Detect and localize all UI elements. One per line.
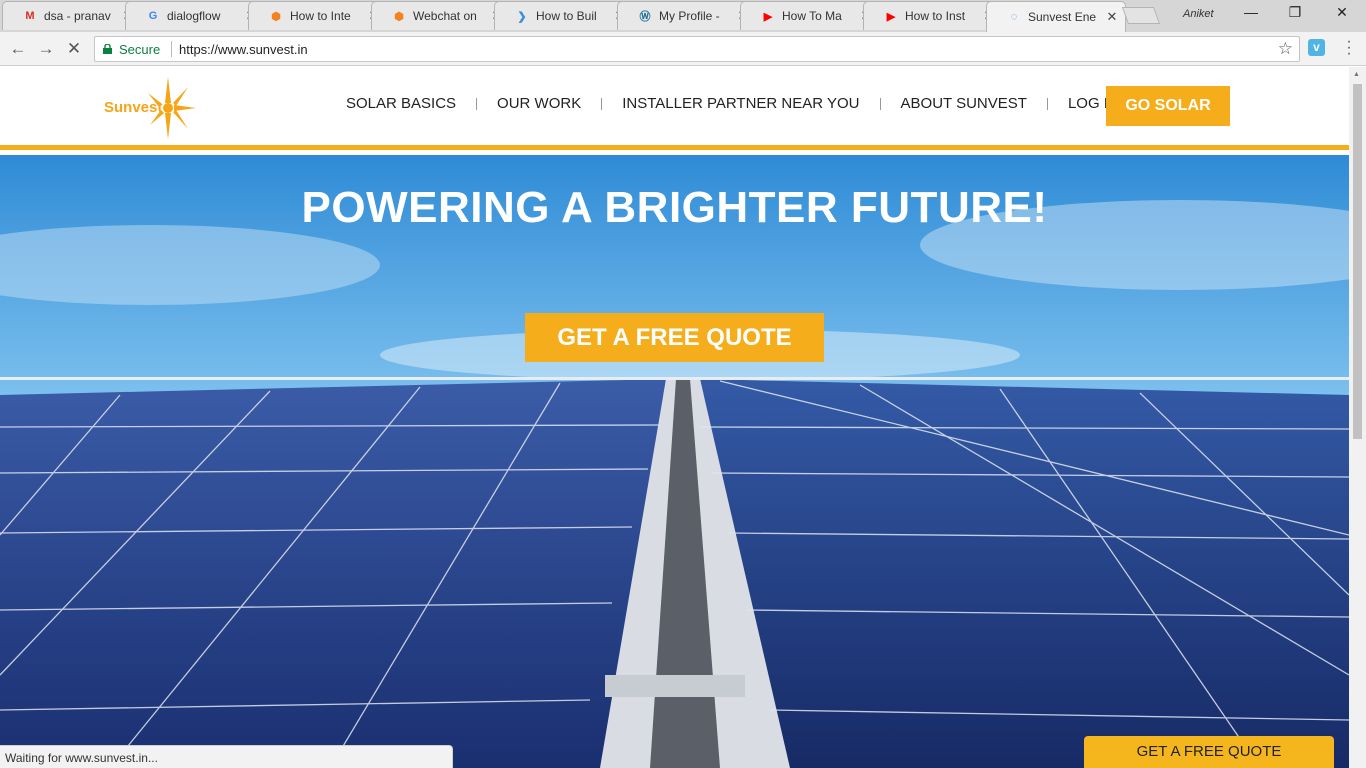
tab-my-profile[interactable]: Ⓦ My Profile - ✕ bbox=[617, 1, 757, 30]
page-scrollbar[interactable]: ▲ bbox=[1349, 67, 1366, 768]
get-quote-button[interactable]: GET A FREE QUOTE bbox=[525, 313, 824, 362]
tab-webchat[interactable]: ⬢ Webchat on ✕ bbox=[371, 1, 511, 30]
stop-loading-icon[interactable]: ✕ bbox=[63, 38, 85, 60]
tab-title: Webchat on bbox=[413, 9, 477, 23]
nav-divider bbox=[476, 97, 478, 110]
youtube-icon: ▶ bbox=[763, 10, 773, 23]
window-close-icon[interactable]: ✕ bbox=[1327, 4, 1357, 21]
orange-hexagon-icon: ⬢ bbox=[394, 10, 404, 23]
tab-title: How to Inte bbox=[290, 9, 351, 23]
new-tab-button[interactable] bbox=[1121, 7, 1161, 24]
restore-icon[interactable]: ❐ bbox=[1280, 4, 1310, 21]
tab-sunvest[interactable]: ◌ Sunvest Ene ✕ bbox=[986, 1, 1126, 32]
tab-title: How to Buil bbox=[536, 9, 597, 23]
tab-title: dialogflow bbox=[167, 9, 221, 23]
tab-how-to-integrate[interactable]: ⬢ How to Inte ✕ bbox=[248, 1, 388, 30]
loading-icon: ◌ bbox=[1010, 11, 1018, 23]
site-header: Sunvest SOLAR BASICS OUR WORK INSTALLER … bbox=[0, 67, 1349, 150]
wordpress-icon: Ⓦ bbox=[639, 11, 651, 23]
lock-icon bbox=[103, 44, 112, 54]
tab-youtube-2[interactable]: ▶ How to Inst ✕ bbox=[863, 1, 1003, 30]
go-solar-button[interactable]: GO SOLAR bbox=[1106, 86, 1230, 126]
tab-title: dsa - pranav bbox=[44, 9, 111, 23]
main-nav: SOLAR BASICS OUR WORK INSTALLER PARTNER … bbox=[346, 95, 1119, 112]
nav-solar-basics[interactable]: SOLAR BASICS bbox=[346, 95, 456, 112]
tab-title: Sunvest Ene bbox=[1028, 10, 1097, 24]
tab-title: How To Ma bbox=[782, 9, 842, 23]
status-bar: Waiting for www.sunvest.in... bbox=[0, 745, 453, 768]
nav-about-sunvest[interactable]: ABOUT SUNVEST bbox=[901, 95, 1027, 112]
tab-how-to-build[interactable]: ❯ How to Buil ✕ bbox=[494, 1, 634, 30]
tab-youtube-1[interactable]: ▶ How To Ma ✕ bbox=[740, 1, 880, 30]
gmail-icon: M bbox=[25, 10, 35, 22]
forward-icon[interactable]: → bbox=[35, 38, 57, 60]
solar-panel-image bbox=[0, 155, 1349, 768]
sunvest-logo[interactable]: Sunvest bbox=[104, 77, 199, 139]
close-icon[interactable]: ✕ bbox=[1105, 9, 1119, 25]
floating-quote-button[interactable]: GET A FREE QUOTE bbox=[1084, 736, 1334, 768]
hero-title: POWERING A BRIGHTER FUTURE! bbox=[301, 183, 1048, 232]
browser-toolbar: ← → ✕ Secure https://www.sunvest.in ☆ v … bbox=[0, 32, 1366, 66]
vimeo-extension-icon[interactable]: v bbox=[1308, 39, 1325, 56]
tab-title: My Profile - bbox=[659, 9, 720, 23]
omnibox-divider bbox=[171, 41, 172, 57]
chevron-logo-icon: ❯ bbox=[517, 10, 527, 23]
google-icon: G bbox=[148, 10, 158, 22]
minimize-icon[interactable]: — bbox=[1236, 4, 1266, 20]
chrome-menu-icon[interactable]: · · · bbox=[1341, 34, 1357, 62]
nav-our-work[interactable]: OUR WORK bbox=[497, 95, 581, 112]
orange-hexagon-icon: ⬢ bbox=[271, 10, 281, 23]
tab-title: How to Inst bbox=[905, 9, 966, 23]
bookmark-star-icon[interactable]: ☆ bbox=[1278, 39, 1293, 59]
hero-banner: POWERING A BRIGHTER FUTURE! GET A FREE Q… bbox=[0, 155, 1349, 768]
secure-label[interactable]: Secure bbox=[119, 42, 160, 57]
nav-divider bbox=[879, 97, 881, 110]
back-icon[interactable]: ← bbox=[7, 38, 29, 60]
logo-text: Sunvest bbox=[104, 99, 163, 116]
profile-name[interactable]: Aniket bbox=[1183, 8, 1214, 20]
nav-divider bbox=[601, 97, 603, 110]
scrollbar-thumb[interactable] bbox=[1353, 84, 1362, 439]
tab-dialogflow[interactable]: G dialogflow ✕ bbox=[125, 1, 265, 30]
nav-divider bbox=[1046, 97, 1048, 110]
nav-installer-partner[interactable]: INSTALLER PARTNER NEAR YOU bbox=[622, 95, 859, 112]
tab-gmail[interactable]: M dsa - pranav ✕ bbox=[2, 1, 142, 30]
tab-strip: M dsa - pranav ✕ G dialogflow ✕ ⬢ How to… bbox=[0, 0, 1366, 32]
web-page: Sunvest SOLAR BASICS OUR WORK INSTALLER … bbox=[0, 67, 1349, 768]
youtube-icon: ▶ bbox=[886, 10, 896, 23]
scroll-up-icon[interactable]: ▲ bbox=[1353, 71, 1360, 78]
address-bar[interactable]: Secure https://www.sunvest.in ☆ bbox=[94, 36, 1300, 62]
url-text[interactable]: https://www.sunvest.in bbox=[179, 42, 308, 57]
